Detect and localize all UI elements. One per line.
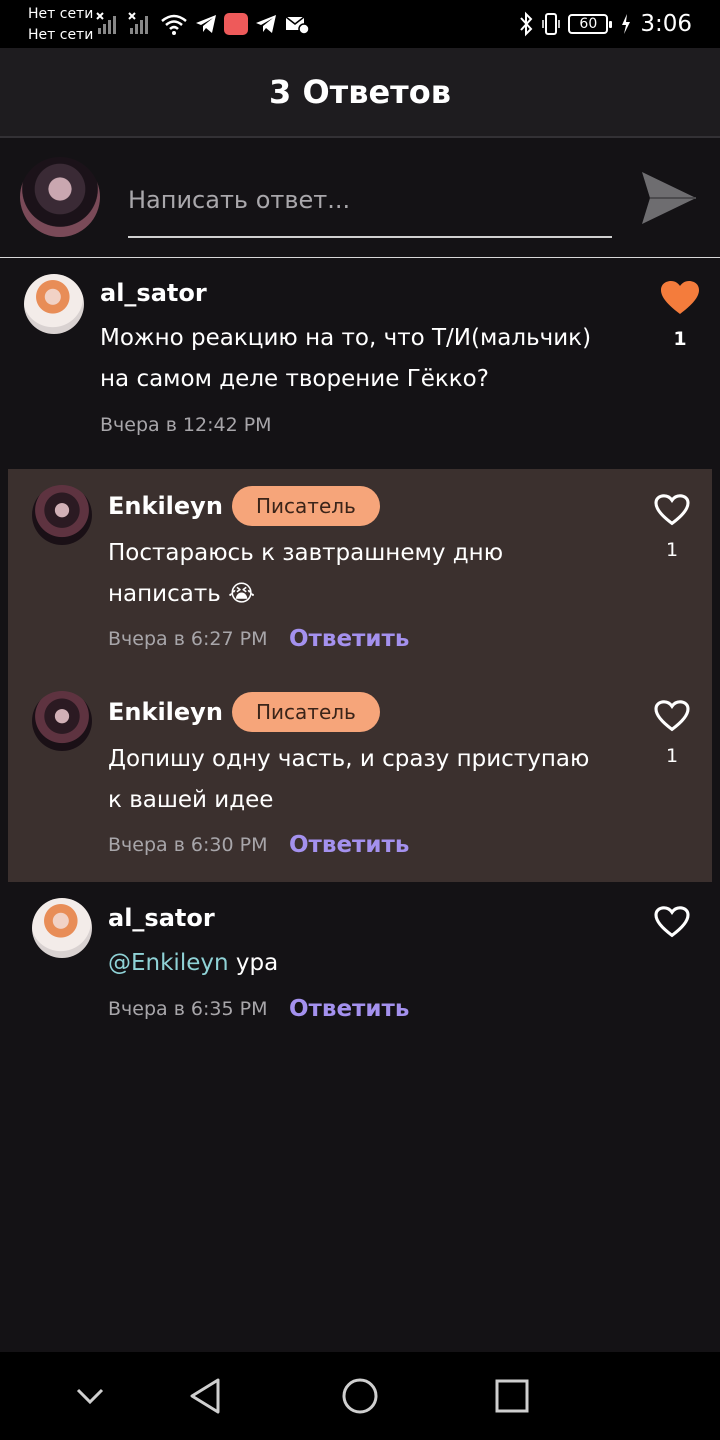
reply-button[interactable]: Ответить (289, 626, 409, 652)
carrier-label-1: Нет сети (28, 6, 94, 22)
system-nav-bar (0, 1352, 720, 1440)
comment-author[interactable]: Enkileyn (108, 698, 223, 726)
heart-filled-icon[interactable] (660, 280, 700, 316)
like-count: 1 (673, 328, 687, 350)
reply-button[interactable]: Ответить (289, 832, 409, 858)
battery-icon: 60 (568, 14, 613, 34)
comment-time: Вчера в 12:42 PM (100, 414, 272, 436)
page-header: 3 Ответов (0, 48, 720, 138)
heart-outline-icon[interactable] (654, 700, 690, 732)
signal-off-icon (128, 12, 148, 34)
writer-badge: Писатель (232, 692, 380, 732)
badge-label: Писатель (256, 700, 356, 724)
heart-outline-icon[interactable] (654, 494, 690, 526)
comment-text: Допишу одну часть, и сразу приступаю к в… (108, 746, 590, 813)
reply-composer: Написать ответ... (0, 140, 720, 258)
comment-time: Вчера в 6:35 PM (108, 998, 268, 1020)
app-icon (224, 13, 248, 35)
avatar[interactable] (32, 485, 92, 545)
bluetooth-icon (520, 11, 533, 37)
comment-time: Вчера в 6:27 PM (108, 628, 268, 650)
home-icon[interactable] (338, 1374, 382, 1418)
carrier-label-2: Нет сети (28, 27, 94, 43)
reply-button[interactable]: Ответить (289, 996, 409, 1022)
signal-off-icon (96, 12, 116, 34)
comment-time: Вчера в 6:30 PM (108, 834, 268, 856)
comment-parent: al_sator Можно реакцию на то, что Т/И(ма… (0, 258, 720, 468)
back-icon[interactable] (184, 1374, 228, 1418)
reply-thread: Enkileyn Писатель Постараюсь к завтрашне… (8, 469, 712, 882)
battery-level: 60 (579, 16, 598, 32)
status-bar: Нет сети Нет сети 60 3:06 (0, 0, 720, 48)
charging-icon (622, 14, 631, 34)
my-avatar (20, 157, 100, 237)
wifi-icon (161, 14, 187, 35)
mail-settings-icon (285, 16, 310, 35)
reply-input-placeholder: Написать ответ... (128, 186, 351, 214)
comment-author[interactable]: al_sator (100, 279, 207, 307)
comment-text-body: ура (228, 950, 279, 976)
page-title: 3 Ответов (269, 73, 451, 111)
mention-link[interactable]: @Enkileyn (108, 950, 229, 976)
telegram-icon (256, 15, 276, 33)
like-count: 1 (665, 745, 679, 767)
comment-reply: al_sator @Enkileyn ура Вчера в 6:35 PM О… (0, 882, 720, 1042)
telegram-icon (196, 15, 216, 33)
avatar[interactable] (32, 691, 92, 751)
badge-label: Писатель (256, 494, 356, 518)
vibrate-icon (542, 13, 561, 35)
comment-author[interactable]: al_sator (108, 904, 215, 932)
clock: 3:06 (640, 11, 692, 37)
chevron-down-icon[interactable] (68, 1374, 112, 1418)
avatar[interactable] (32, 898, 92, 958)
send-icon[interactable] (640, 170, 698, 226)
like-count: 1 (665, 539, 679, 561)
writer-badge: Писатель (232, 486, 380, 526)
reply-input[interactable]: Написать ответ... (128, 170, 612, 238)
comment-text: Постараюсь к завтрашнему дню написать 😭 (108, 540, 504, 607)
comment-text: @Enkileyn ура (108, 943, 588, 984)
recents-icon[interactable] (490, 1374, 534, 1418)
avatar[interactable] (24, 274, 84, 334)
comment-author[interactable]: Enkileyn (108, 492, 223, 520)
comment-text: Можно реакцию на то, что Т/И(мальчик) на… (100, 325, 592, 392)
heart-outline-icon[interactable] (654, 906, 690, 938)
